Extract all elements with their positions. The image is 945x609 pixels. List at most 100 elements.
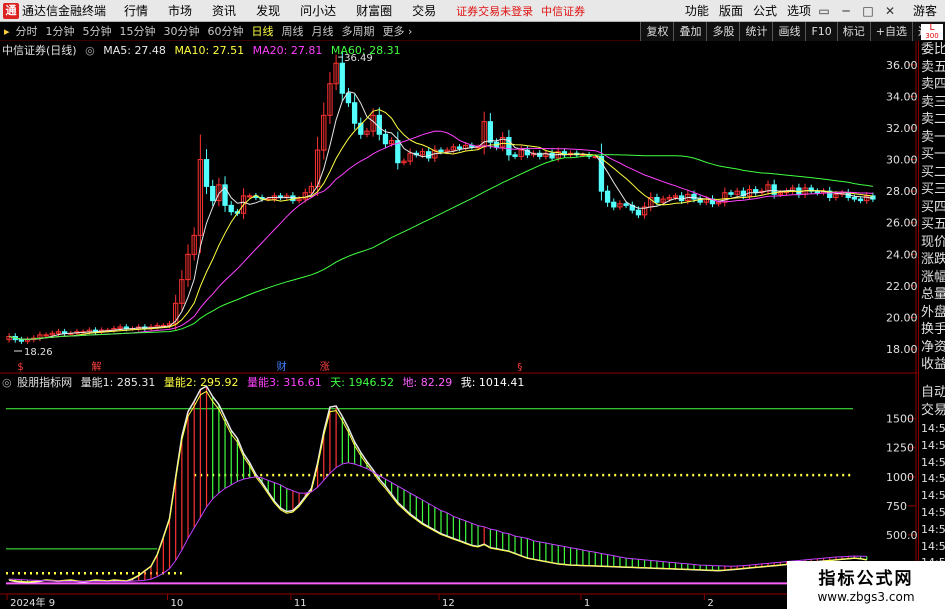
menu-quotes[interactable]: 行情 — [124, 2, 148, 19]
period-30min[interactable]: 30分钟 — [160, 23, 204, 39]
quote-label: 涨跌 — [921, 252, 945, 267]
restore-icon[interactable]: ▭ — [815, 4, 833, 18]
tick-time: 14:56 — [921, 522, 945, 536]
event-marker: 财 — [277, 360, 287, 373]
period-more[interactable]: 更多 › — [379, 23, 417, 39]
period-daily[interactable]: 日线 — [248, 23, 278, 39]
stock-title[interactable]: 中信证券(日线) — [2, 44, 77, 57]
quote-label: 买一 — [921, 147, 945, 162]
menu-wealth-circle[interactable]: 财富圈 — [356, 2, 392, 19]
trade-login-notice[interactable]: 证券交易未登录 — [456, 3, 533, 19]
menu-ask[interactable]: 问小达 — [300, 2, 336, 19]
indicator-tick-label: 1500 — [886, 413, 914, 426]
panel-tab-trade[interactable]: 交易 — [919, 402, 945, 420]
ma20-line — [8, 130, 873, 340]
quote-label: 总量 — [921, 287, 945, 302]
tool-draw-button[interactable]: 画线 — [772, 21, 806, 41]
maximize-icon[interactable]: □ — [859, 4, 877, 18]
indicator-item-3: 量能3: 316.61 — [247, 376, 322, 389]
date-tick-label: 12 — [442, 598, 455, 609]
quote-label: 收益 — [921, 357, 945, 372]
indicator-tick-label: 1000 — [886, 471, 914, 484]
ma5-legend: MA5: 27.48 — [103, 44, 166, 57]
kline-chart[interactable]: 36.00 34.00 32.00 30.00 28.00 26.00 24.00 22.00… — [0, 41, 918, 609]
tool-adjust-button[interactable]: 复权 — [640, 21, 674, 41]
indicator-title[interactable]: 股朋指标网 — [17, 376, 72, 389]
price-tick-label: 22.00 — [886, 280, 918, 293]
candle-body — [456, 146, 463, 150]
candle-body — [549, 152, 555, 159]
candle-body — [851, 196, 858, 200]
date-tick-label: 2024年 9 — [10, 596, 55, 609]
broker-name[interactable]: 中信证券 — [541, 3, 585, 19]
period-monthly[interactable]: 月线 — [308, 23, 338, 39]
tool-multi-stock-button[interactable]: 多股 — [706, 21, 740, 41]
indicator-legend: ◎ 股朋指标网 量能1: 285.31 量能2: 295.92 量能3: 316… — [2, 374, 529, 390]
period-weekly[interactable]: 周线 — [278, 23, 308, 39]
main-legend: 中信证券(日线) ◎ MA5: 27.48 MA10: 27.51 MA20: … — [2, 42, 406, 58]
period-multi[interactable]: 多周期 — [338, 23, 379, 39]
tool-mark-button[interactable]: 标记 — [836, 21, 870, 41]
event-marker: $ — [17, 362, 23, 373]
event-marker: 解 — [91, 360, 101, 373]
settings-icon[interactable]: ◎ — [85, 44, 95, 57]
period-15min[interactable]: 15分钟 — [116, 23, 160, 39]
period-1min[interactable]: 1分钟 — [42, 23, 79, 39]
tool-f10-button[interactable]: F10 — [805, 21, 837, 41]
price-tick-label: 26.00 — [886, 217, 918, 230]
menu-news[interactable]: 资讯 — [212, 2, 236, 19]
candle-body — [691, 193, 697, 200]
panel-tabs: 自动 交易 — [919, 384, 945, 419]
menu-function[interactable]: 功能 — [685, 2, 709, 19]
user-name[interactable]: 游客 — [913, 2, 937, 19]
menu-layout[interactable]: 版面 — [719, 2, 743, 19]
period-intraday[interactable]: 分时 — [12, 23, 42, 39]
quote-label: 卖一 — [921, 129, 945, 145]
app-logo: 通 — [3, 2, 19, 19]
toolbar-arrow-icon[interactable]: ▸ — [0, 25, 12, 38]
candle-body — [512, 154, 518, 157]
price-tick-label: 30.00 — [886, 154, 918, 167]
tick-time: 14:56 — [921, 438, 945, 452]
ma60-legend: MA60: 28.31 — [330, 44, 401, 57]
candle-body — [203, 159, 210, 187]
tool-stats-button[interactable]: 统计 — [739, 21, 773, 41]
indicator-tick-label: 1250 — [886, 442, 914, 455]
menu-options[interactable]: 选项 — [787, 2, 811, 19]
candle-body — [228, 204, 234, 213]
tool-overlay-button[interactable]: 叠加 — [673, 21, 707, 41]
top-menu-bar: 通 通达信金融终端 行情 市场 资讯 发现 问小达 财富圈 交易 证券交易未登录… — [0, 0, 945, 22]
panel-tab-auto[interactable]: 自动 — [919, 384, 945, 402]
quote-label: 卖五 — [921, 59, 945, 75]
candle-body — [487, 121, 494, 143]
price-tick-label: 24.00 — [886, 248, 918, 261]
level-badge[interactable]: L 300 — [921, 24, 943, 40]
indicator-item-4: 天: 1946.52 — [330, 376, 394, 389]
close-icon[interactable]: ✕ — [881, 4, 899, 18]
tick-time: 14:56 — [921, 455, 945, 469]
period-5min[interactable]: 5分钟 — [79, 23, 116, 39]
period-60min[interactable]: 60分钟 — [204, 23, 248, 39]
indicator-subchart — [6, 385, 868, 585]
ma10-legend: MA10: 27.51 — [174, 44, 245, 57]
indicator-item-2: 量能2: 295.92 — [163, 376, 239, 389]
minimize-icon[interactable]: ─ — [837, 4, 855, 18]
candle-body — [635, 209, 642, 216]
indicator-tick-label: 750 — [886, 500, 907, 513]
menu-trade[interactable]: 交易 — [412, 2, 436, 19]
site-watermark: 指标公式网 www.zbgs3.com — [787, 561, 945, 609]
tool-add-watch-button[interactable]: +自选 — [869, 21, 912, 41]
menu-market[interactable]: 市场 — [168, 2, 192, 19]
quote-panel: 委比 卖五 卖四 卖三 卖二 卖一 买一 买二 买三 买四 买五 现价 涨跌 涨幅 总量 外盘 换手 净资 收益 自… — [918, 41, 945, 609]
price-tick-label: 32.00 — [886, 122, 918, 135]
candle-body — [18, 339, 25, 342]
moving-average-lines: 36.4918.26 — [8, 53, 873, 358]
ma5-line — [8, 91, 873, 340]
menu-discover[interactable]: 发现 — [256, 2, 280, 19]
indicator-settings-icon[interactable]: ◎ — [2, 376, 12, 389]
min-price-label: 18.26 — [24, 347, 53, 358]
menu-formula[interactable]: 公式 — [753, 2, 777, 19]
quote-label: 外盘 — [921, 304, 945, 320]
quote-label: 买四 — [921, 199, 945, 215]
indicator-item-1: 量能1: 285.31 — [80, 376, 156, 389]
